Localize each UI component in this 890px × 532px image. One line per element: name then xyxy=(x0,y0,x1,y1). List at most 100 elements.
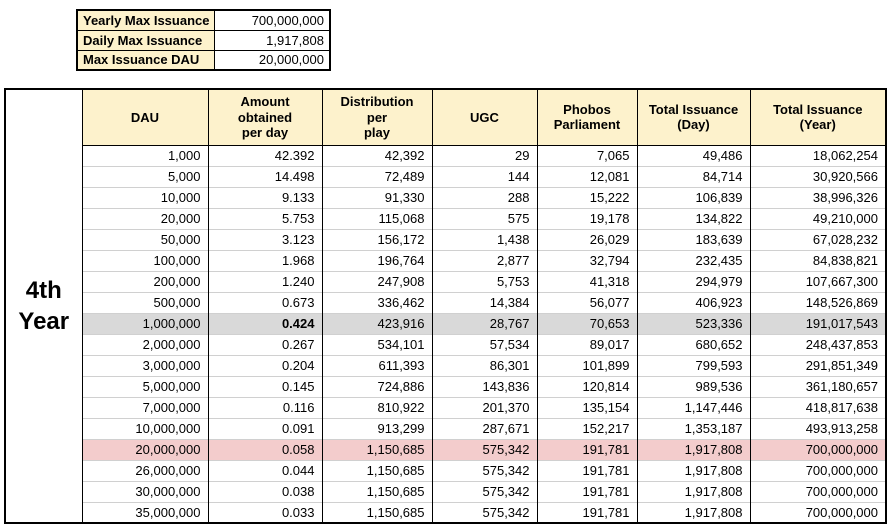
cell-r6-c2[interactable]: 1.968 xyxy=(208,250,322,271)
cell-r10-c3[interactable]: 534,101 xyxy=(322,334,432,355)
cell-r2-c2[interactable]: 14.498 xyxy=(208,166,322,187)
cell-r16-c6[interactable]: 1,917,808 xyxy=(637,460,750,481)
cell-r3-c7[interactable]: 38,996,326 xyxy=(750,187,886,208)
cell-r6-c4[interactable]: 2,877 xyxy=(432,250,537,271)
cell-r12-c7[interactable]: 361,180,657 xyxy=(750,376,886,397)
cell-r18-c1[interactable]: 35,000,000 xyxy=(82,502,208,523)
cell-r6-c1[interactable]: 100,000 xyxy=(82,250,208,271)
cell-r12-c4[interactable]: 143,836 xyxy=(432,376,537,397)
cell-r9-c5[interactable]: 70,653 xyxy=(537,313,637,334)
cell-r14-c1[interactable]: 10,000,000 xyxy=(82,418,208,439)
cell-r13-c6[interactable]: 1,147,446 xyxy=(637,397,750,418)
cell-r17-c2[interactable]: 0.038 xyxy=(208,481,322,502)
cell-r17-c1[interactable]: 30,000,000 xyxy=(82,481,208,502)
col-header-amount-obtained-per-day[interactable]: Amount obtained per day xyxy=(208,89,322,145)
cell-r13-c3[interactable]: 810,922 xyxy=(322,397,432,418)
cell-r15-c5[interactable]: 191,781 xyxy=(537,439,637,460)
cell-r8-c7[interactable]: 148,526,869 xyxy=(750,292,886,313)
cell-r9-c3[interactable]: 423,916 xyxy=(322,313,432,334)
cell-r18-c5[interactable]: 191,781 xyxy=(537,502,637,523)
cell-r7-c2[interactable]: 1.240 xyxy=(208,271,322,292)
cell-r15-c1[interactable]: 20,000,000 xyxy=(82,439,208,460)
summary-value-yearly-max-issuance[interactable]: 700,000,000 xyxy=(215,10,330,30)
cell-r11-c4[interactable]: 86,301 xyxy=(432,355,537,376)
col-header-total-issuance-year[interactable]: Total Issuance (Year) xyxy=(750,89,886,145)
cell-r5-c2[interactable]: 3.123 xyxy=(208,229,322,250)
cell-r7-c7[interactable]: 107,667,300 xyxy=(750,271,886,292)
cell-r14-c3[interactable]: 913,299 xyxy=(322,418,432,439)
cell-r15-c3[interactable]: 1,150,685 xyxy=(322,439,432,460)
cell-r9-c1[interactable]: 1,000,000 xyxy=(82,313,208,334)
cell-r15-c2[interactable]: 0.058 xyxy=(208,439,322,460)
cell-r1-c1[interactable]: 1,000 xyxy=(82,145,208,166)
cell-r7-c3[interactable]: 247,908 xyxy=(322,271,432,292)
cell-r9-c6[interactable]: 523,336 xyxy=(637,313,750,334)
cell-r13-c5[interactable]: 135,154 xyxy=(537,397,637,418)
cell-r3-c6[interactable]: 106,839 xyxy=(637,187,750,208)
cell-r4-c7[interactable]: 49,210,000 xyxy=(750,208,886,229)
cell-r5-c4[interactable]: 1,438 xyxy=(432,229,537,250)
cell-r5-c5[interactable]: 26,029 xyxy=(537,229,637,250)
cell-r11-c2[interactable]: 0.204 xyxy=(208,355,322,376)
cell-r2-c7[interactable]: 30,920,566 xyxy=(750,166,886,187)
cell-r1-c2[interactable]: 42.392 xyxy=(208,145,322,166)
cell-r14-c2[interactable]: 0.091 xyxy=(208,418,322,439)
cell-r4-c4[interactable]: 575 xyxy=(432,208,537,229)
cell-r14-c4[interactable]: 287,671 xyxy=(432,418,537,439)
cell-r11-c6[interactable]: 799,593 xyxy=(637,355,750,376)
cell-r1-c7[interactable]: 18,062,254 xyxy=(750,145,886,166)
cell-r6-c7[interactable]: 84,838,821 xyxy=(750,250,886,271)
cell-r11-c5[interactable]: 101,899 xyxy=(537,355,637,376)
cell-r2-c1[interactable]: 5,000 xyxy=(82,166,208,187)
cell-r5-c1[interactable]: 50,000 xyxy=(82,229,208,250)
cell-r10-c6[interactable]: 680,652 xyxy=(637,334,750,355)
cell-r4-c2[interactable]: 5.753 xyxy=(208,208,322,229)
cell-r11-c1[interactable]: 3,000,000 xyxy=(82,355,208,376)
cell-r7-c1[interactable]: 200,000 xyxy=(82,271,208,292)
cell-r10-c1[interactable]: 2,000,000 xyxy=(82,334,208,355)
cell-r1-c4[interactable]: 29 xyxy=(432,145,537,166)
cell-r17-c3[interactable]: 1,150,685 xyxy=(322,481,432,502)
cell-r9-c2[interactable]: 0.424 xyxy=(208,313,322,334)
cell-r13-c7[interactable]: 418,817,638 xyxy=(750,397,886,418)
cell-r4-c6[interactable]: 134,822 xyxy=(637,208,750,229)
cell-r16-c5[interactable]: 191,781 xyxy=(537,460,637,481)
cell-r10-c4[interactable]: 57,534 xyxy=(432,334,537,355)
summary-label-yearly-max-issuance[interactable]: Yearly Max Issuance xyxy=(77,10,215,30)
cell-r11-c7[interactable]: 291,851,349 xyxy=(750,355,886,376)
col-header-total-issuance-day[interactable]: Total Issuance (Day) xyxy=(637,89,750,145)
cell-r1-c6[interactable]: 49,486 xyxy=(637,145,750,166)
cell-r13-c4[interactable]: 201,370 xyxy=(432,397,537,418)
summary-value-daily-max-issuance[interactable]: 1,917,808 xyxy=(215,30,330,50)
cell-r5-c6[interactable]: 183,639 xyxy=(637,229,750,250)
cell-r3-c3[interactable]: 91,330 xyxy=(322,187,432,208)
cell-r15-c6[interactable]: 1,917,808 xyxy=(637,439,750,460)
cell-r2-c5[interactable]: 12,081 xyxy=(537,166,637,187)
cell-r12-c1[interactable]: 5,000,000 xyxy=(82,376,208,397)
cell-r18-c2[interactable]: 0.033 xyxy=(208,502,322,523)
cell-r7-c4[interactable]: 5,753 xyxy=(432,271,537,292)
cell-r18-c7[interactable]: 700,000,000 xyxy=(750,502,886,523)
cell-r1-c5[interactable]: 7,065 xyxy=(537,145,637,166)
summary-value-max-issuance-dau[interactable]: 20,000,000 xyxy=(215,50,330,70)
cell-r18-c3[interactable]: 1,150,685 xyxy=(322,502,432,523)
cell-r2-c3[interactable]: 72,489 xyxy=(322,166,432,187)
cell-r17-c5[interactable]: 191,781 xyxy=(537,481,637,502)
cell-r10-c5[interactable]: 89,017 xyxy=(537,334,637,355)
cell-r3-c5[interactable]: 15,222 xyxy=(537,187,637,208)
cell-r12-c2[interactable]: 0.145 xyxy=(208,376,322,397)
summary-label-max-issuance-dau[interactable]: Max Issuance DAU xyxy=(77,50,215,70)
cell-r7-c6[interactable]: 294,979 xyxy=(637,271,750,292)
cell-r16-c1[interactable]: 26,000,000 xyxy=(82,460,208,481)
cell-r18-c6[interactable]: 1,917,808 xyxy=(637,502,750,523)
cell-r3-c4[interactable]: 288 xyxy=(432,187,537,208)
col-header-distribution-per-play[interactable]: Distribution per play xyxy=(322,89,432,145)
cell-r15-c7[interactable]: 700,000,000 xyxy=(750,439,886,460)
cell-r8-c4[interactable]: 14,384 xyxy=(432,292,537,313)
cell-r16-c4[interactable]: 575,342 xyxy=(432,460,537,481)
cell-r10-c2[interactable]: 0.267 xyxy=(208,334,322,355)
col-header-ugc[interactable]: UGC xyxy=(432,89,537,145)
year-label-cell[interactable]: 4th Year xyxy=(5,89,82,523)
cell-r9-c7[interactable]: 191,017,543 xyxy=(750,313,886,334)
cell-r17-c7[interactable]: 700,000,000 xyxy=(750,481,886,502)
